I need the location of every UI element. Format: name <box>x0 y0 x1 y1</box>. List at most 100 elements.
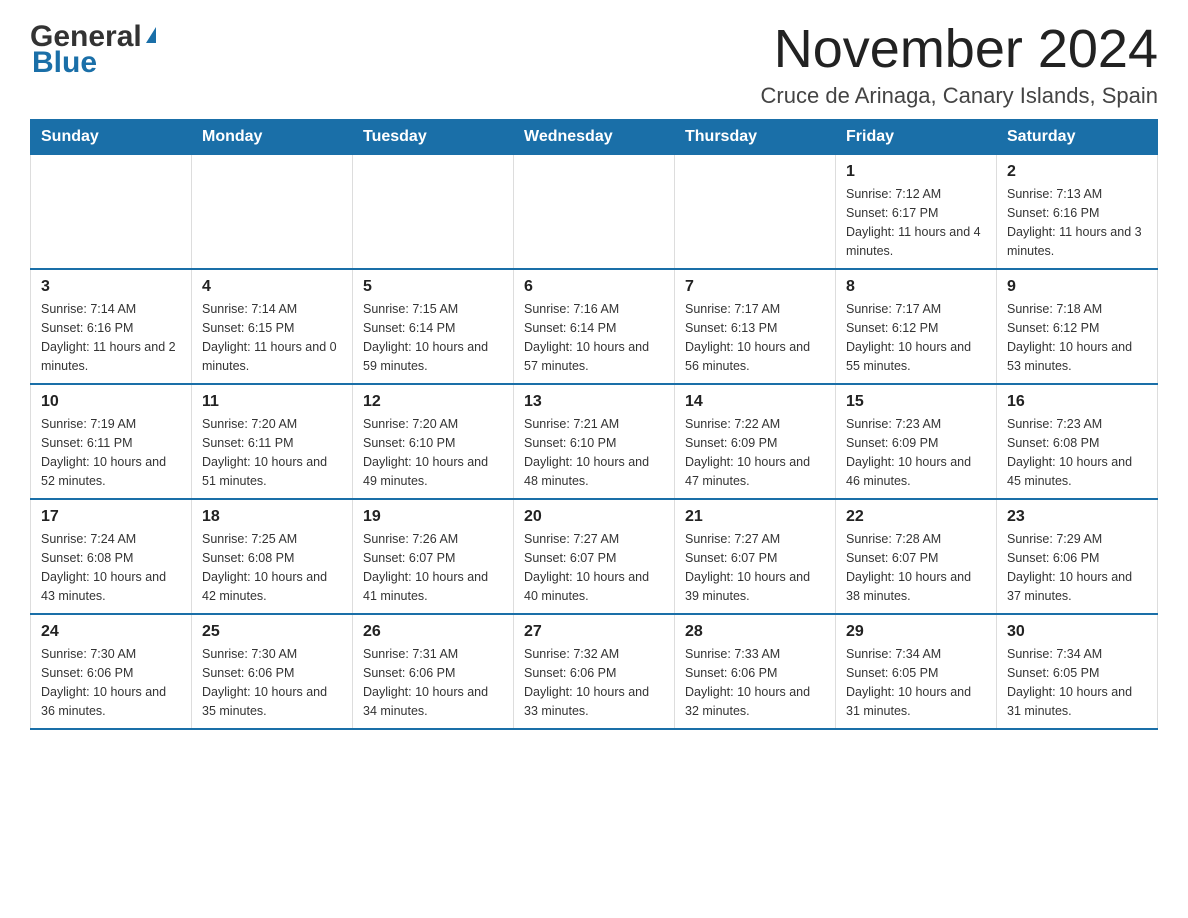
day-info: Sunrise: 7:24 AMSunset: 6:08 PMDaylight:… <box>41 530 181 605</box>
calendar-table: SundayMondayTuesdayWednesdayThursdayFrid… <box>30 119 1158 730</box>
day-header-thursday: Thursday <box>675 120 836 155</box>
day-header-wednesday: Wednesday <box>514 120 675 155</box>
day-info: Sunrise: 7:28 AMSunset: 6:07 PMDaylight:… <box>846 530 986 605</box>
location-text: Cruce de Arinaga, Canary Islands, Spain <box>761 83 1158 109</box>
day-number: 4 <box>202 278 342 296</box>
calendar-cell <box>31 155 192 270</box>
calendar-cell: 26 Sunrise: 7:31 AMSunset: 6:06 PMDayligh… <box>353 614 514 729</box>
day-header-row: SundayMondayTuesdayWednesdayThursdayFrid… <box>31 120 1158 155</box>
day-info: Sunrise: 7:29 AMSunset: 6:06 PMDaylight:… <box>1007 530 1147 605</box>
day-number: 9 <box>1007 278 1147 296</box>
calendar-cell: 25 Sunrise: 7:30 AMSunset: 6:06 PMDayligh… <box>192 614 353 729</box>
day-info: Sunrise: 7:31 AMSunset: 6:06 PMDaylight:… <box>363 645 503 720</box>
page-header: General Blue November 2024 Cruce de Arin… <box>30 20 1158 109</box>
day-number: 1 <box>846 163 986 181</box>
day-number: 10 <box>41 393 181 411</box>
day-number: 11 <box>202 393 342 411</box>
day-number: 20 <box>524 508 664 526</box>
day-number: 2 <box>1007 163 1147 181</box>
calendar-cell: 3Sunrise: 7:14 AMSunset: 6:16 PMDaylight… <box>31 269 192 384</box>
day-info: Sunrise: 7:34 AMSunset: 6:05 PMDaylight:… <box>846 645 986 720</box>
day-info: Sunrise: 7:14 AMSunset: 6:16 PMDaylight:… <box>41 300 181 375</box>
calendar-week-row: 1 Sunrise: 7:12 AMSunset: 6:17 PMDaylight… <box>31 155 1158 270</box>
calendar-cell: 27 Sunrise: 7:32 AMSunset: 6:06 PMDayligh… <box>514 614 675 729</box>
day-info: Sunrise: 7:26 AMSunset: 6:07 PMDaylight:… <box>363 530 503 605</box>
day-header-friday: Friday <box>836 120 997 155</box>
calendar-cell: 14 Sunrise: 7:22 AMSunset: 6:09 PMDayligh… <box>675 384 836 499</box>
day-info: Sunrise: 7:30 AMSunset: 6:06 PMDaylight:… <box>202 645 342 720</box>
day-number: 14 <box>685 393 825 411</box>
calendar-cell: 28 Sunrise: 7:33 AMSunset: 6:06 PMDayligh… <box>675 614 836 729</box>
title-section: November 2024 Cruce de Arinaga, Canary I… <box>761 20 1158 109</box>
calendar-cell <box>192 155 353 270</box>
day-number: 19 <box>363 508 503 526</box>
calendar-cell: 11Sunrise: 7:20 AMSunset: 6:11 PMDayligh… <box>192 384 353 499</box>
day-number: 22 <box>846 508 986 526</box>
day-number: 13 <box>524 393 664 411</box>
calendar-week-row: 17 Sunrise: 7:24 AMSunset: 6:08 PMDayligh… <box>31 499 1158 614</box>
day-number: 30 <box>1007 623 1147 641</box>
calendar-cell: 29 Sunrise: 7:34 AMSunset: 6:05 PMDayligh… <box>836 614 997 729</box>
day-info: Sunrise: 7:20 AMSunset: 6:10 PMDaylight:… <box>363 415 503 490</box>
calendar-cell <box>675 155 836 270</box>
day-number: 27 <box>524 623 664 641</box>
day-info: Sunrise: 7:12 AMSunset: 6:17 PMDaylight:… <box>846 185 986 260</box>
calendar-cell: 30 Sunrise: 7:34 AMSunset: 6:05 PMDayligh… <box>997 614 1158 729</box>
day-number: 6 <box>524 278 664 296</box>
calendar-cell: 10 Sunrise: 7:19 AMSunset: 6:11 PMDayligh… <box>31 384 192 499</box>
day-number: 17 <box>41 508 181 526</box>
calendar-cell: 17 Sunrise: 7:24 AMSunset: 6:08 PMDayligh… <box>31 499 192 614</box>
day-number: 26 <box>363 623 503 641</box>
calendar-cell: 6Sunrise: 7:16 AMSunset: 6:14 PMDaylight… <box>514 269 675 384</box>
calendar-body: 1 Sunrise: 7:12 AMSunset: 6:17 PMDaylight… <box>31 155 1158 730</box>
calendar-header: SundayMondayTuesdayWednesdayThursdayFrid… <box>31 120 1158 155</box>
day-info: Sunrise: 7:34 AMSunset: 6:05 PMDaylight:… <box>1007 645 1147 720</box>
day-header-tuesday: Tuesday <box>353 120 514 155</box>
calendar-cell: 15Sunrise: 7:23 AMSunset: 6:09 PMDayligh… <box>836 384 997 499</box>
logo-triangle-icon <box>146 27 156 43</box>
calendar-cell: 13 Sunrise: 7:21 AMSunset: 6:10 PMDayligh… <box>514 384 675 499</box>
calendar-cell <box>514 155 675 270</box>
day-info: Sunrise: 7:23 AMSunset: 6:09 PMDaylight:… <box>846 415 986 490</box>
day-number: 8 <box>846 278 986 296</box>
day-header-sunday: Sunday <box>31 120 192 155</box>
day-number: 12 <box>363 393 503 411</box>
calendar-week-row: 3Sunrise: 7:14 AMSunset: 6:16 PMDaylight… <box>31 269 1158 384</box>
day-info: Sunrise: 7:33 AMSunset: 6:06 PMDaylight:… <box>685 645 825 720</box>
day-info: Sunrise: 7:27 AMSunset: 6:07 PMDaylight:… <box>524 530 664 605</box>
day-number: 28 <box>685 623 825 641</box>
calendar-week-row: 24 Sunrise: 7:30 AMSunset: 6:06 PMDayligh… <box>31 614 1158 729</box>
day-info: Sunrise: 7:25 AMSunset: 6:08 PMDaylight:… <box>202 530 342 605</box>
calendar-cell: 20 Sunrise: 7:27 AMSunset: 6:07 PMDayligh… <box>514 499 675 614</box>
day-number: 5 <box>363 278 503 296</box>
day-info: Sunrise: 7:22 AMSunset: 6:09 PMDaylight:… <box>685 415 825 490</box>
calendar-cell: 22 Sunrise: 7:28 AMSunset: 6:07 PMDayligh… <box>836 499 997 614</box>
day-info: Sunrise: 7:13 AMSunset: 6:16 PMDaylight:… <box>1007 185 1147 260</box>
calendar-cell: 5Sunrise: 7:15 AMSunset: 6:14 PMDaylight… <box>353 269 514 384</box>
day-number: 7 <box>685 278 825 296</box>
day-info: Sunrise: 7:14 AMSunset: 6:15 PMDaylight:… <box>202 300 342 375</box>
day-info: Sunrise: 7:27 AMSunset: 6:07 PMDaylight:… <box>685 530 825 605</box>
day-number: 21 <box>685 508 825 526</box>
calendar-week-row: 10 Sunrise: 7:19 AMSunset: 6:11 PMDayligh… <box>31 384 1158 499</box>
calendar-cell: 1 Sunrise: 7:12 AMSunset: 6:17 PMDaylight… <box>836 155 997 270</box>
day-info: Sunrise: 7:21 AMSunset: 6:10 PMDaylight:… <box>524 415 664 490</box>
day-number: 16 <box>1007 393 1147 411</box>
calendar-cell: 16Sunrise: 7:23 AMSunset: 6:08 PMDayligh… <box>997 384 1158 499</box>
calendar-cell: 4 Sunrise: 7:14 AMSunset: 6:15 PMDaylight… <box>192 269 353 384</box>
calendar-cell: 8Sunrise: 7:17 AMSunset: 6:12 PMDaylight… <box>836 269 997 384</box>
day-header-monday: Monday <box>192 120 353 155</box>
calendar-cell: 2 Sunrise: 7:13 AMSunset: 6:16 PMDaylight… <box>997 155 1158 270</box>
day-number: 25 <box>202 623 342 641</box>
day-number: 23 <box>1007 508 1147 526</box>
day-info: Sunrise: 7:18 AMSunset: 6:12 PMDaylight:… <box>1007 300 1147 375</box>
logo: General Blue <box>30 20 156 80</box>
day-number: 24 <box>41 623 181 641</box>
day-info: Sunrise: 7:32 AMSunset: 6:06 PMDaylight:… <box>524 645 664 720</box>
day-info: Sunrise: 7:19 AMSunset: 6:11 PMDaylight:… <box>41 415 181 490</box>
calendar-cell <box>353 155 514 270</box>
day-header-saturday: Saturday <box>997 120 1158 155</box>
calendar-cell: 18Sunrise: 7:25 AMSunset: 6:08 PMDayligh… <box>192 499 353 614</box>
logo-blue-text: Blue <box>32 46 97 80</box>
day-number: 29 <box>846 623 986 641</box>
